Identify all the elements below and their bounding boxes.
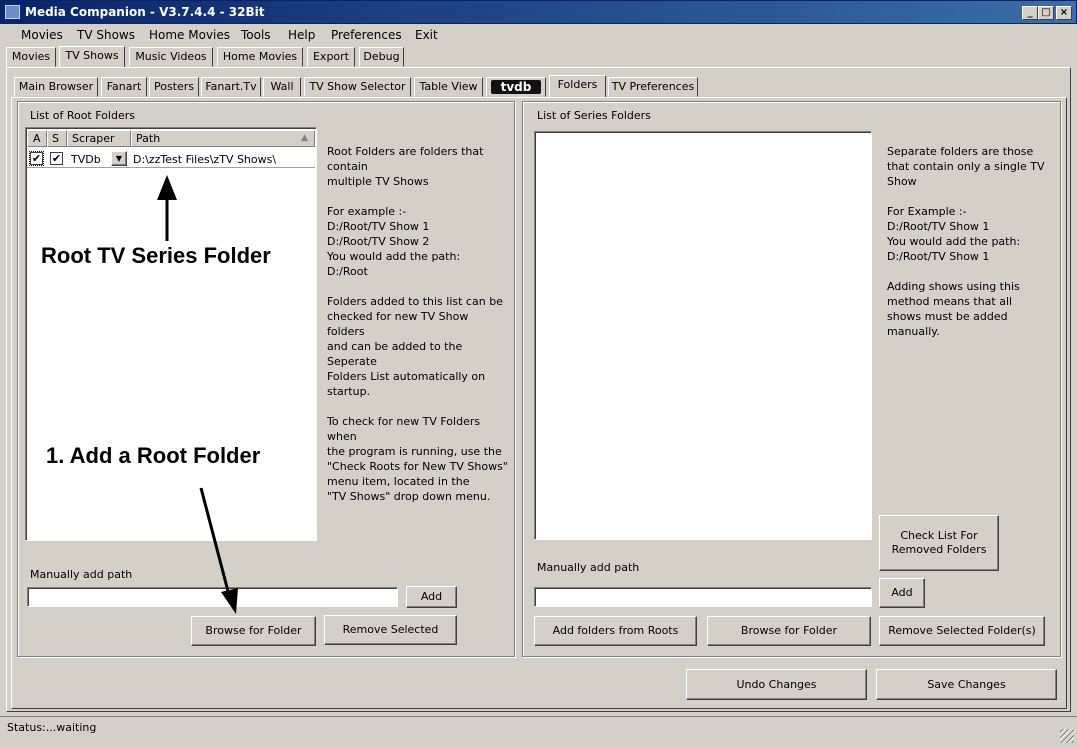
root-folder-annotation: Root TV Series Folder: [41, 243, 271, 268]
down-arrow-icon: [199, 487, 238, 614]
up-arrow-icon: [157, 175, 177, 241]
annotation-arrows: [157, 175, 238, 614]
step1-annotation: 1. Add a Root Folder: [46, 443, 261, 468]
